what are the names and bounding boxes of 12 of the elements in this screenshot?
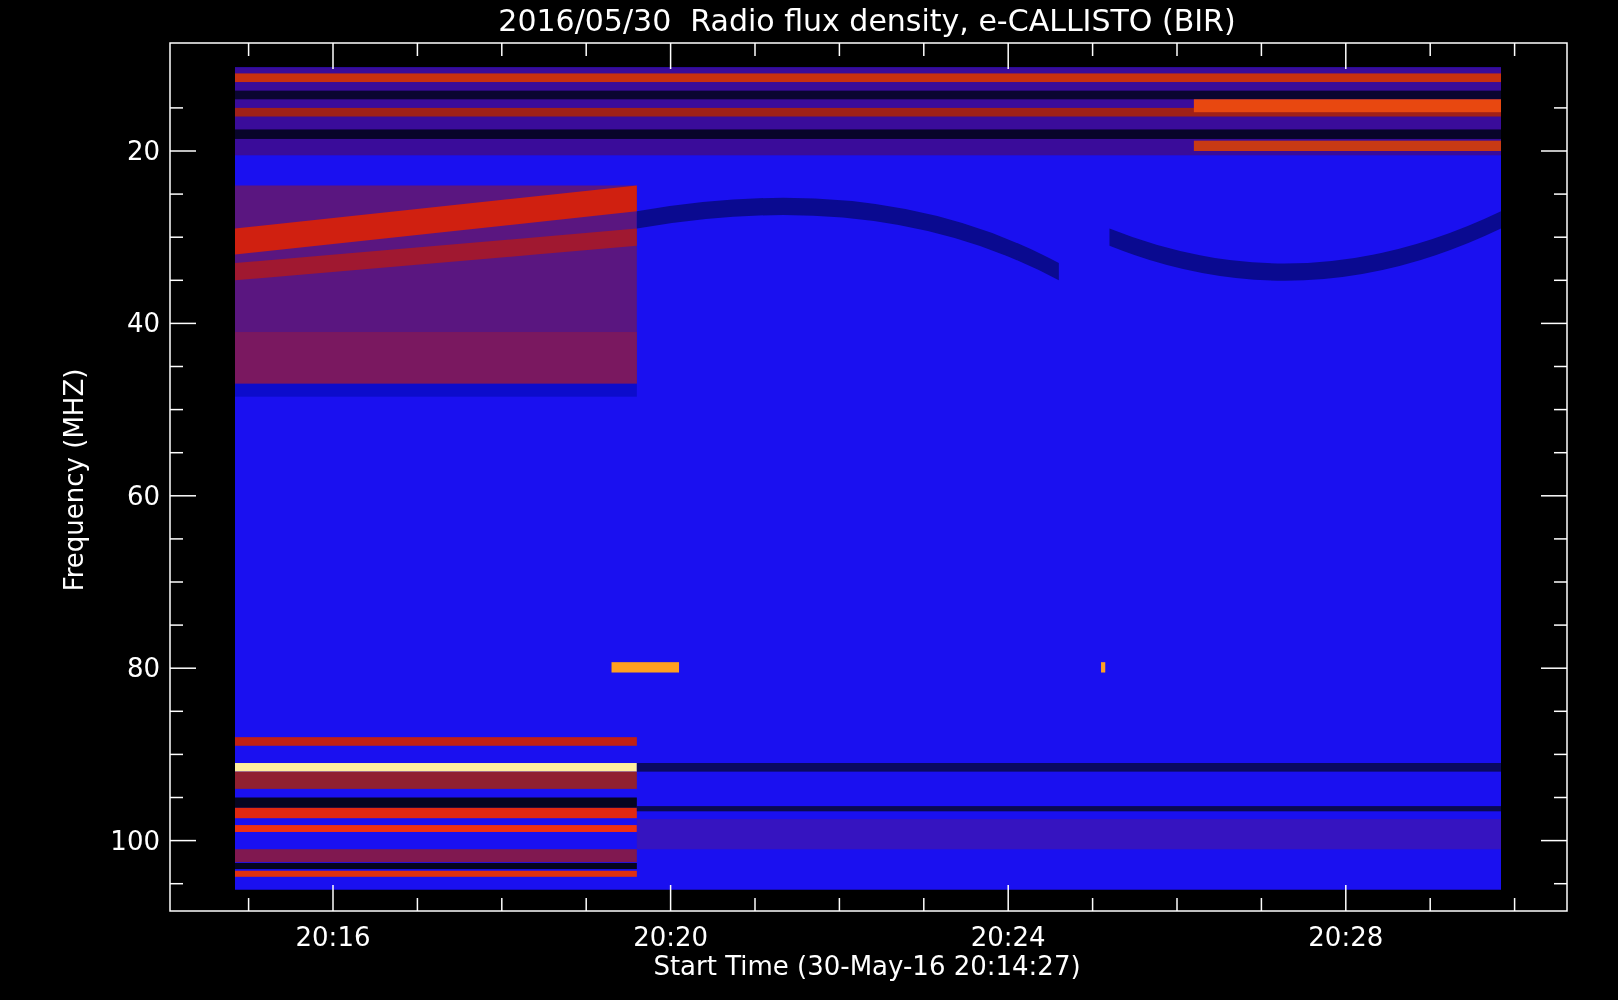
x-tick-label: 20:24 <box>970 922 1046 952</box>
chart-title: 2016/05/30 Radio flux density, e-CALLISTO (BIR) <box>498 3 1236 38</box>
y-tick-label: 40 <box>126 308 160 339</box>
x-tick-label: 20:16 <box>295 922 371 952</box>
y-tick-label: 80 <box>126 653 160 684</box>
y-tick-label: 100 <box>110 825 160 856</box>
x-tick-label: 20:20 <box>633 922 709 952</box>
y-axis-label: Frequency (MHZ) <box>59 368 89 592</box>
y-tick-label: 20 <box>126 136 160 166</box>
x-axis-label: Start Time (30-May-16 20:14:27) <box>653 951 1081 981</box>
y-tick-label: 60 <box>126 480 160 511</box>
x-tick-label: 20:28 <box>1308 922 1384 952</box>
